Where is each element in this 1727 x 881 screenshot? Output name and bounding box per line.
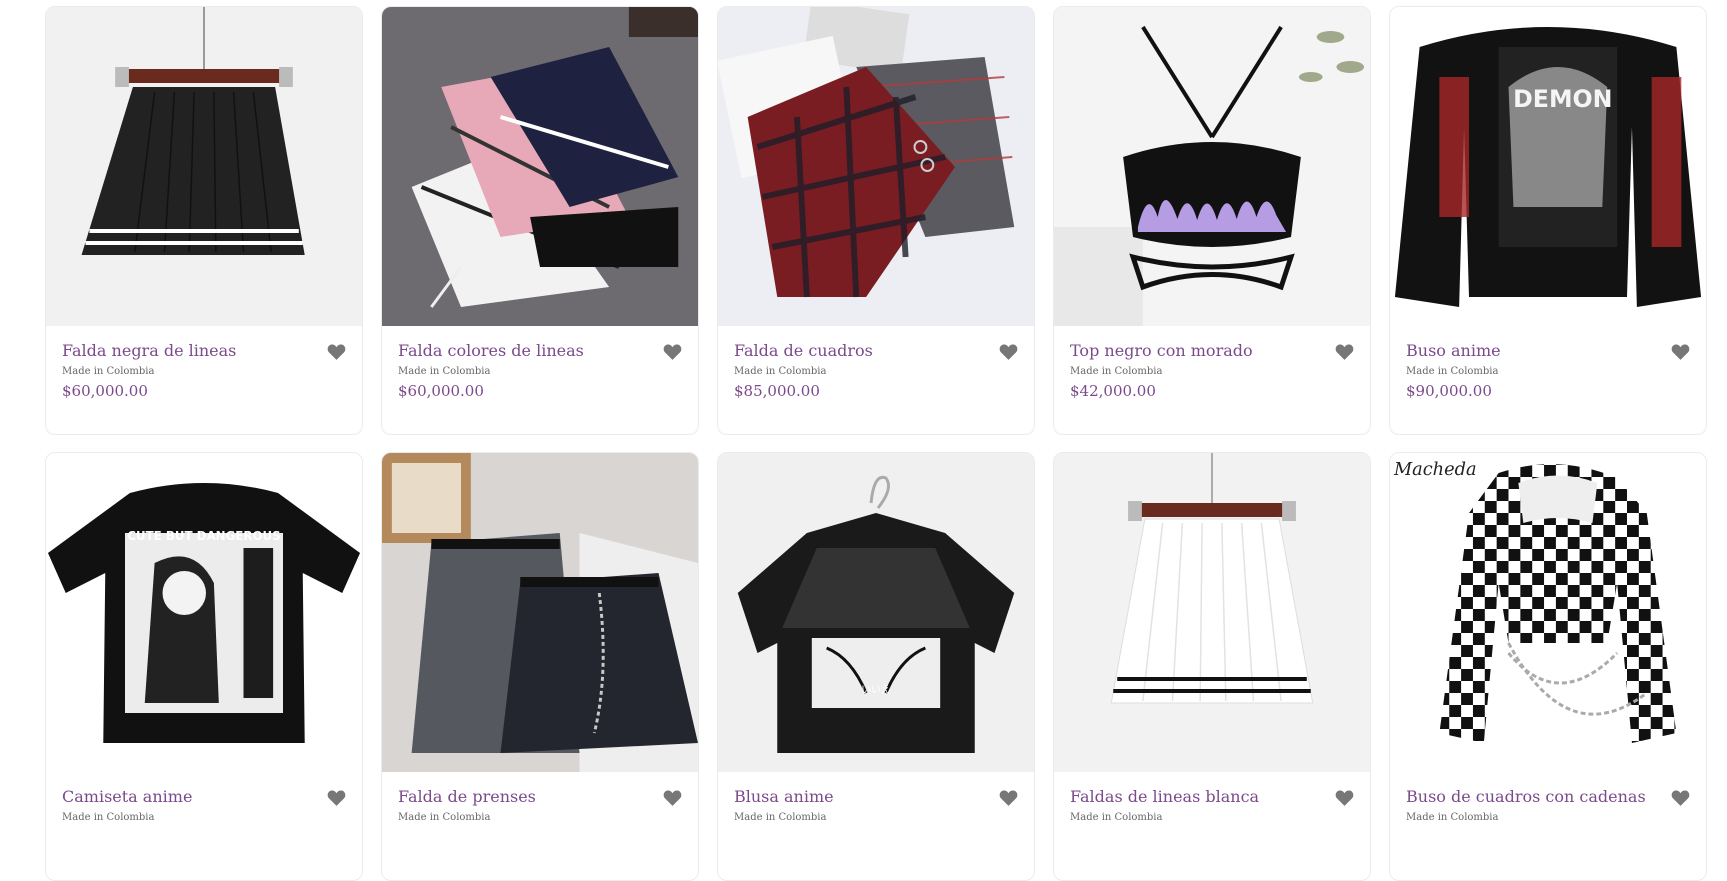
heart-icon[interactable] [327,789,346,807]
product-name[interactable]: Camiseta anime [62,786,346,808]
heart-icon[interactable] [999,789,1018,807]
product-name[interactable]: Falda de cuadros [734,340,1018,362]
product-image[interactable]: いいえ [718,453,1034,772]
product-price: $42,000.00 [1070,382,1156,400]
heart-icon[interactable] [327,343,346,361]
product-price: $60,000.00 [398,382,484,400]
product-card[interactable]: CUTE BUT DANGEROUS Camiseta anime Made i… [45,452,363,881]
product-info: Falda de cuadros Made in Colombia $85,00… [718,326,1034,401]
heart-icon[interactable] [1335,343,1354,361]
product-info: Camiseta anime Made in Colombia [46,772,362,824]
product-info: Buso de cuadros con cadenas Made in Colo… [1390,772,1706,824]
product-card[interactable]: Top negro con morado Made in Colombia $4… [1053,6,1371,435]
product-info: Buso anime Made in Colombia $90,000.00 [1390,326,1706,401]
product-name[interactable]: Falda colores de lineas [398,340,682,362]
product-info: Blusa anime Made in Colombia [718,772,1034,824]
product-card[interactable]: Macheda Buso de cuadros con cadenas Made… [1389,452,1707,881]
product-name[interactable]: Faldas de lineas blanca [1070,786,1354,808]
product-card[interactable]: いいえ Blusa anime Made in Colombia [717,452,1035,881]
heart-icon[interactable] [1671,343,1690,361]
product-origin: Made in Colombia [62,366,155,377]
heart-icon[interactable] [999,343,1018,361]
product-name[interactable]: Top negro con morado [1070,340,1354,362]
product-origin: Made in Colombia [398,812,491,823]
product-image[interactable] [1054,453,1370,772]
heart-icon[interactable] [1335,789,1354,807]
product-origin: Made in Colombia [734,366,827,377]
product-info: Falda de prenses Made in Colombia [382,772,698,824]
product-origin: Made in Colombia [62,812,155,823]
product-name[interactable]: Buso anime [1406,340,1690,362]
product-origin: Made in Colombia [1406,812,1499,823]
hoodie-signature-text: Macheda [1393,459,1477,480]
tshirt-print-text: CUTE BUT DANGEROUS [127,529,280,543]
product-name[interactable]: Falda de prenses [398,786,682,808]
heart-icon[interactable] [663,789,682,807]
product-grid: Falda negra de lineas Made in Colombia $… [45,6,1709,881]
product-price: $60,000.00 [62,382,148,400]
product-price: $90,000.00 [1406,382,1492,400]
product-image[interactable]: Macheda [1390,453,1706,772]
product-image[interactable]: CUTE BUT DANGEROUS [46,453,362,772]
product-info: Falda negra de lineas Made in Colombia $… [46,326,362,401]
product-origin: Made in Colombia [1406,366,1499,377]
sweatshirt-print-text: DEMON [1513,85,1612,113]
product-name[interactable]: Buso de cuadros con cadenas [1406,786,1690,808]
product-info: Falda colores de lineas Made in Colombia… [382,326,698,401]
product-card[interactable]: DEMON Buso anime Made in Colombia $90,00… [1389,6,1707,435]
heart-icon[interactable] [663,343,682,361]
product-image[interactable] [718,7,1034,326]
product-card[interactable]: Falda colores de lineas Made in Colombia… [381,6,699,435]
product-price: $85,000.00 [734,382,820,400]
product-image[interactable] [46,7,362,326]
product-origin: Made in Colombia [398,366,491,377]
product-origin: Made in Colombia [1070,812,1163,823]
product-image[interactable] [382,7,698,326]
product-origin: Made in Colombia [1070,366,1163,377]
product-origin: Made in Colombia [734,812,827,823]
heart-icon[interactable] [1671,789,1690,807]
product-name[interactable]: Falda negra de lineas [62,340,346,362]
product-info: Top negro con morado Made in Colombia $4… [1054,326,1370,401]
product-card[interactable]: Falda de cuadros Made in Colombia $85,00… [717,6,1035,435]
product-image[interactable] [1054,7,1370,326]
product-card[interactable]: Falda de prenses Made in Colombia [381,452,699,881]
product-card[interactable]: Falda negra de lineas Made in Colombia $… [45,6,363,435]
product-image[interactable] [382,453,698,772]
croptop-print-text: いいえ [861,684,891,696]
product-card[interactable]: Faldas de lineas blanca Made in Colombia [1053,452,1371,881]
product-image[interactable]: DEMON [1390,7,1706,326]
product-name[interactable]: Blusa anime [734,786,1018,808]
product-info: Faldas de lineas blanca Made in Colombia [1054,772,1370,824]
